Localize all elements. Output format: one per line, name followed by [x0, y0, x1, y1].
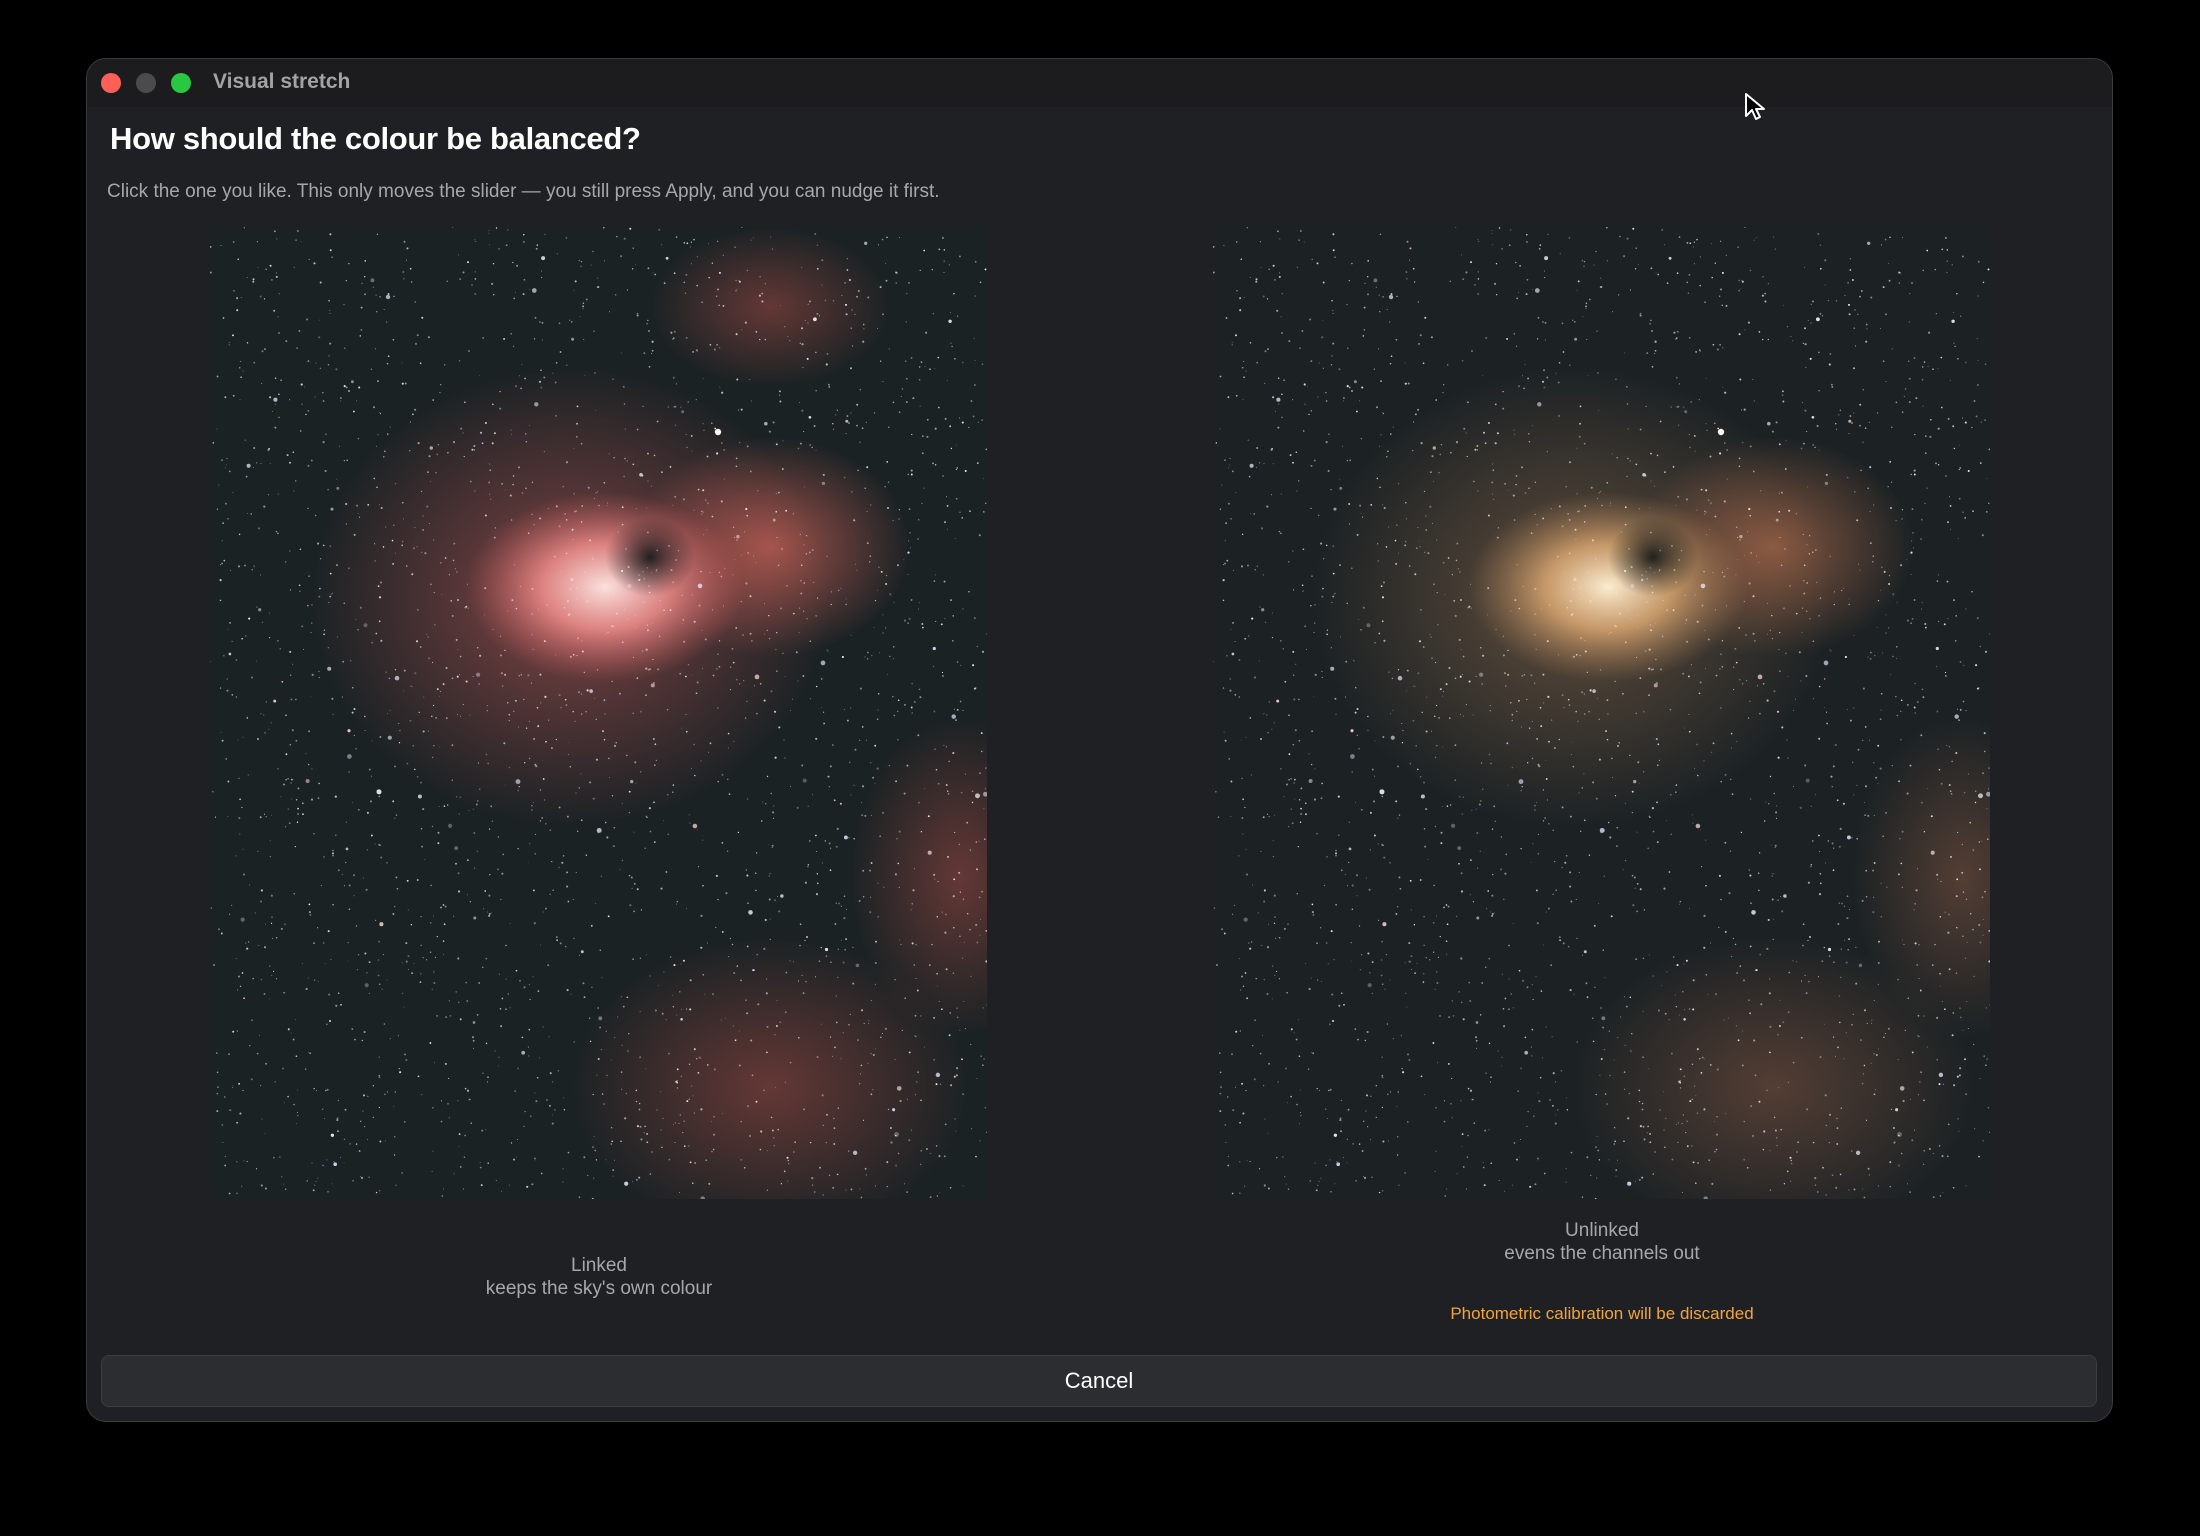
- calibration-warning: Photometric calibration will be discarde…: [1450, 1304, 1754, 1323]
- unlinked-option[interactable]: [1213, 227, 1990, 1199]
- dialog-heading: How should the colour be balanced?: [110, 121, 641, 156]
- visual-stretch-window: Visual stretch How should the colour be …: [86, 58, 2113, 1422]
- maximize-window-button[interactable]: [171, 73, 191, 93]
- unlinked-title: Unlinked: [1565, 1220, 1639, 1241]
- mouse-cursor-icon: [1745, 93, 1765, 120]
- unlinked-caption: Unlinked evens the channels out: [1252, 1219, 1952, 1265]
- linked-option[interactable]: [210, 227, 987, 1199]
- linked-caption: Linked keeps the sky's own colour: [249, 1254, 949, 1300]
- dialog-instructions: Click the one you like. This only moves …: [107, 181, 940, 202]
- unlinked-description: evens the channels out: [1504, 1243, 1700, 1264]
- close-window-button[interactable]: [101, 73, 121, 93]
- cancel-button[interactable]: Cancel: [101, 1355, 2097, 1407]
- window-title: Visual stretch: [213, 70, 351, 93]
- linked-preview-image[interactable]: [210, 227, 987, 1199]
- linked-description: keeps the sky's own colour: [485, 1278, 713, 1299]
- unlinked-preview-image[interactable]: [1213, 227, 1990, 1199]
- minimize-window-button[interactable]: [136, 73, 156, 93]
- title-bar[interactable]: Visual stretch: [87, 59, 2112, 108]
- linked-title: Linked: [571, 1255, 627, 1276]
